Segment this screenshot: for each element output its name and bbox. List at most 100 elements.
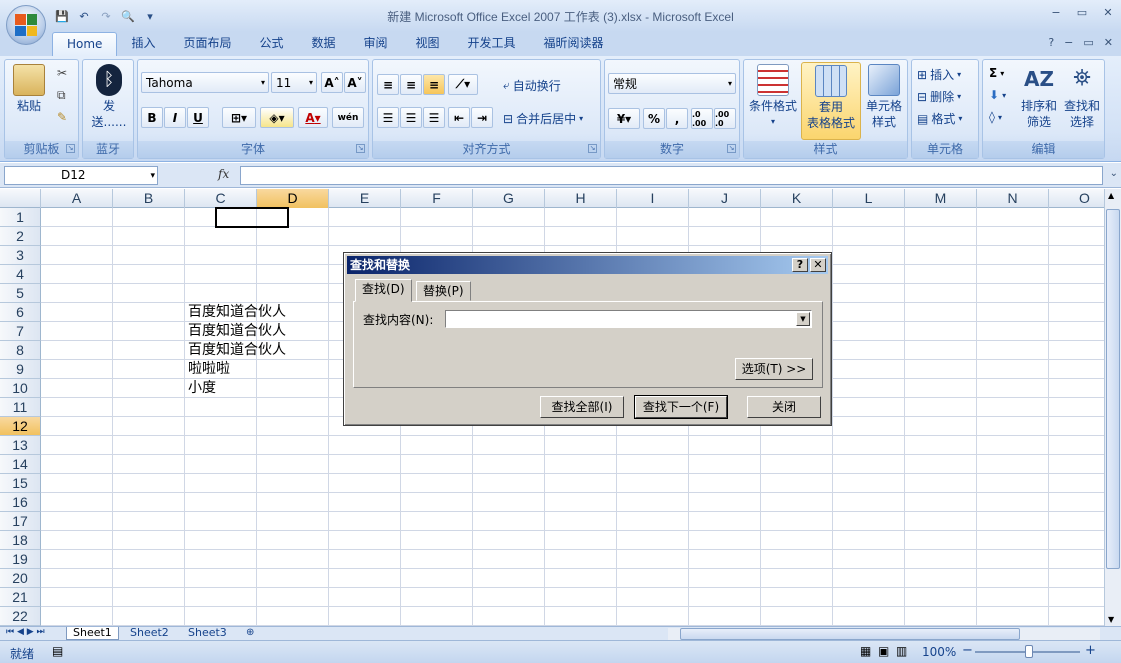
page-layout-view-icon[interactable]: ▣ <box>878 644 889 658</box>
column-header-M[interactable]: M <box>905 189 977 208</box>
bold-button[interactable]: B <box>141 107 163 128</box>
autosum-button[interactable]: Σ ▾ <box>989 66 1004 80</box>
tab-find[interactable]: 查找(D) <box>355 279 412 302</box>
increase-decimal-button[interactable]: .0 .00 <box>691 108 713 129</box>
row-header-20[interactable]: 20 <box>0 569 41 588</box>
phonetic-button[interactable]: wén <box>332 107 364 128</box>
dialog-title-bar[interactable]: 查找和替换 ? ✕ <box>347 256 828 274</box>
options-button[interactable]: 选项(T) >> <box>735 358 813 380</box>
row-header-7[interactable]: 7 <box>0 322 41 341</box>
row-header-1[interactable]: 1 <box>0 208 41 227</box>
expand-formula-bar-icon[interactable]: ⌄ <box>1110 168 1118 179</box>
row-header-14[interactable]: 14 <box>0 455 41 474</box>
column-header-A[interactable]: A <box>41 189 113 208</box>
copy-icon[interactable]: ⧉ <box>57 88 66 103</box>
help-icon[interactable]: ? <box>1048 36 1054 49</box>
row-header-11[interactable]: 11 <box>0 398 41 417</box>
paste-button[interactable]: 粘贴 <box>11 64 47 114</box>
find-all-button[interactable]: 查找全部(I) <box>540 396 624 418</box>
ribbon-restore-button[interactable]: ▭ <box>1083 36 1093 49</box>
tab-8[interactable]: 福昕阅读器 <box>530 32 618 56</box>
wrap-text-button[interactable]: ⤶ 自动换行 <box>503 77 561 94</box>
column-header-E[interactable]: E <box>329 189 401 208</box>
find-select-button[interactable]: ⛯ 查找和 选择 <box>1061 64 1103 130</box>
vertical-scroll-thumb[interactable] <box>1106 209 1120 569</box>
sort-filter-button[interactable]: AZ 排序和 筛选 <box>1019 64 1059 130</box>
workbook-close-button[interactable]: ✕ <box>1104 36 1113 49</box>
font-name-select[interactable]: Tahoma ▾ <box>141 72 269 93</box>
ribbon-minimize-button[interactable]: − <box>1064 36 1073 49</box>
dialog-help-button[interactable]: ? <box>792 258 808 272</box>
row-header-13[interactable]: 13 <box>0 436 41 455</box>
column-header-K[interactable]: K <box>761 189 833 208</box>
clear-button[interactable]: ◊ ▾ <box>989 110 1002 124</box>
accounting-format-icon[interactable]: ¥▾ <box>608 108 640 129</box>
find-next-button[interactable]: 查找下一个(F) <box>634 395 728 419</box>
horizontal-scroll-thumb[interactable] <box>680 628 1020 640</box>
align-right-icon[interactable]: ☰ <box>423 107 445 128</box>
column-header-I[interactable]: I <box>617 189 689 208</box>
underline-button[interactable]: U <box>187 107 209 128</box>
decrease-decimal-button[interactable]: .00 .0 <box>714 108 736 129</box>
dialog-launcher-icon[interactable]: ↘ <box>356 144 365 153</box>
minimize-button[interactable]: − <box>1049 6 1063 20</box>
row-header-4[interactable]: 4 <box>0 265 41 284</box>
scroll-down-icon[interactable]: ▼ <box>1108 615 1114 624</box>
row-header-15[interactable]: 15 <box>0 474 41 493</box>
column-header-F[interactable]: F <box>401 189 473 208</box>
zoom-out-button[interactable]: − <box>962 643 973 658</box>
cell-styles-button[interactable]: 单元格 样式 <box>862 64 906 130</box>
sheet-tab-2[interactable]: Sheet2 <box>124 627 175 640</box>
align-left-icon[interactable]: ☰ <box>377 107 399 128</box>
row-header-9[interactable]: 9 <box>0 360 41 379</box>
chevron-down-icon[interactable]: ▾ <box>150 168 155 185</box>
cut-icon[interactable]: ✂ <box>57 66 67 80</box>
borders-button[interactable]: ⊞▾ <box>222 107 256 128</box>
row-header-8[interactable]: 8 <box>0 341 41 360</box>
row-header-5[interactable]: 5 <box>0 284 41 303</box>
format-cells-button[interactable]: ▤ 格式 ▾ <box>917 110 962 127</box>
chevron-down-icon[interactable]: ▼ <box>796 312 810 326</box>
row-header-18[interactable]: 18 <box>0 531 41 550</box>
font-size-select[interactable]: 11 ▾ <box>271 72 317 93</box>
row-header-16[interactable]: 16 <box>0 493 41 512</box>
fill-color-button[interactable]: ◈▾ <box>260 107 294 128</box>
row-header-12[interactable]: 12 <box>0 417 41 436</box>
cell-C6[interactable]: 百度知道合伙人 <box>188 303 286 322</box>
normal-view-icon[interactable]: ▦ <box>860 644 871 658</box>
column-header-J[interactable]: J <box>689 189 761 208</box>
format-painter-icon[interactable]: ✎ <box>57 110 67 124</box>
decrease-indent-icon[interactable]: ⇤ <box>448 107 470 128</box>
row-header-10[interactable]: 10 <box>0 379 41 398</box>
tab-6[interactable]: 视图 <box>402 32 454 56</box>
row-header-21[interactable]: 21 <box>0 588 41 607</box>
insert-cells-button[interactable]: ⊞ 插入 ▾ <box>917 66 961 83</box>
find-what-input[interactable]: ▼ <box>445 310 812 328</box>
delete-cells-button[interactable]: ⊟ 删除 ▾ <box>917 88 961 105</box>
office-button[interactable] <box>6 5 46 45</box>
column-header-B[interactable]: B <box>113 189 185 208</box>
macro-record-icon[interactable]: ▤ <box>52 644 63 658</box>
percent-button[interactable]: % <box>643 108 665 129</box>
row-header-2[interactable]: 2 <box>0 227 41 246</box>
zoom-slider-knob[interactable] <box>1025 645 1033 658</box>
row-header-19[interactable]: 19 <box>0 550 41 569</box>
zoom-in-button[interactable]: + <box>1085 643 1096 658</box>
dialog-launcher-icon[interactable]: ↘ <box>588 144 597 153</box>
formula-input[interactable] <box>240 166 1103 185</box>
insert-function-icon[interactable]: fx <box>218 167 229 181</box>
dialog-close-icon[interactable]: ✕ <box>810 258 826 272</box>
column-header-D[interactable]: D <box>257 189 329 208</box>
column-header-H[interactable]: H <box>545 189 617 208</box>
tab-replace[interactable]: 替换(P) <box>416 281 471 301</box>
column-header-N[interactable]: N <box>977 189 1049 208</box>
bluetooth-send-button[interactable]: ᛒ 发 送...... <box>89 64 129 130</box>
align-bottom-icon[interactable]: ≡ <box>423 74 445 95</box>
zoom-level[interactable]: 100% <box>922 645 956 659</box>
column-header-L[interactable]: L <box>833 189 905 208</box>
tab-3[interactable]: 公式 <box>245 32 297 56</box>
tab-2[interactable]: 页面布局 <box>169 32 245 56</box>
tab-7[interactable]: 开发工具 <box>454 32 530 56</box>
tab-5[interactable]: 审阅 <box>350 32 402 56</box>
active-cell-selection[interactable] <box>215 207 289 228</box>
